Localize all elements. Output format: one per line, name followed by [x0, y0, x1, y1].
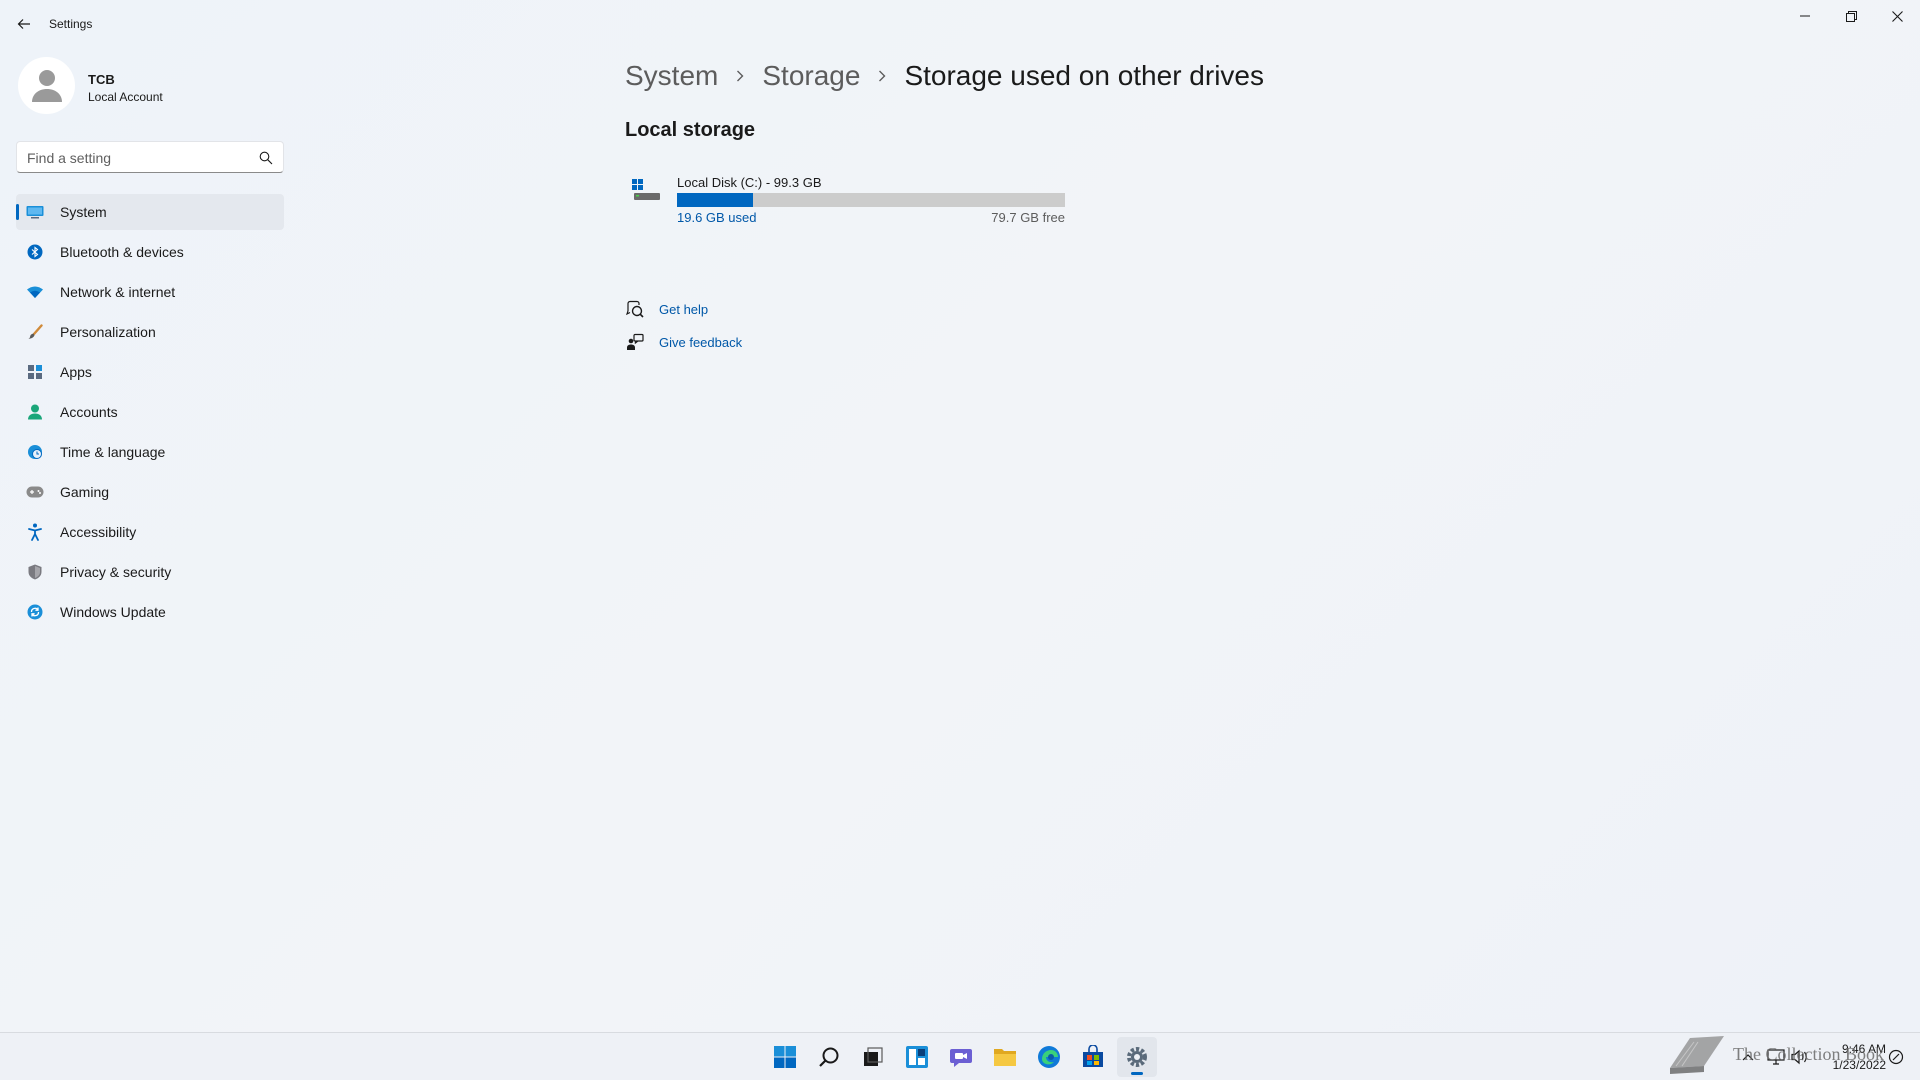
- sidebar-item-label: Time & language: [60, 444, 166, 460]
- disk-usage-fill: [677, 193, 754, 207]
- give-feedback-link[interactable]: Give feedback: [625, 330, 742, 354]
- close-icon: [1891, 10, 1903, 22]
- store-icon: [1083, 1045, 1103, 1067]
- settings-app-button[interactable]: [1117, 1037, 1157, 1077]
- page-title: Storage used on other drives: [904, 60, 1264, 91]
- globe-clock-icon: [26, 443, 44, 461]
- sidebar-item-label: Bluetooth & devices: [60, 244, 184, 260]
- sidebar-item-accounts[interactable]: Accounts: [16, 394, 284, 430]
- widgets-icon: [906, 1046, 928, 1068]
- account-type: Local Account: [88, 90, 163, 104]
- brush-icon: [26, 323, 44, 341]
- start-button[interactable]: [765, 1037, 805, 1077]
- person-icon: [26, 403, 44, 421]
- file-explorer-icon: [994, 1049, 1016, 1066]
- chat-icon: [950, 1049, 972, 1067]
- chevron-right-icon: [734, 68, 746, 84]
- minimize-button[interactable]: [1782, 0, 1828, 32]
- accessibility-icon: [26, 523, 44, 541]
- system-icon: [26, 203, 44, 221]
- sidebar-item-accessibility[interactable]: Accessibility: [16, 514, 284, 550]
- search-input[interactable]: [27, 148, 257, 168]
- sidebar-item-label: Accessibility: [60, 524, 137, 540]
- sidebar-item-apps[interactable]: Apps: [16, 354, 284, 390]
- bluetooth-icon: [26, 243, 44, 261]
- search-icon: [819, 1047, 839, 1067]
- task-view-button[interactable]: [853, 1037, 893, 1077]
- sidebar-item-label: Apps: [60, 364, 92, 380]
- edge-icon: [1038, 1046, 1060, 1068]
- windows-drive-icon: [632, 179, 660, 200]
- sidebar-item-windows-update[interactable]: Windows Update: [16, 594, 284, 630]
- back-arrow-icon: [17, 19, 30, 29]
- wifi-icon: [26, 283, 44, 301]
- sidebar-item-label: Windows Update: [60, 604, 166, 620]
- sidebar-item-personalization[interactable]: Personalization: [16, 314, 284, 350]
- breadcrumb: System Storage Storage used on other dri…: [625, 56, 1264, 96]
- disk-item-c[interactable]: Local Disk (C:) - 99.3 GB 19.6 GB used 7…: [625, 166, 1067, 230]
- taskbar: 9:46 AM 1/23/2022: [0, 1032, 1920, 1080]
- sidebar-item-network[interactable]: Network & internet: [16, 274, 284, 310]
- get-help-label: Get help: [659, 301, 709, 317]
- settings-window: Settings TCB Local Account System: [0, 0, 1920, 1032]
- sidebar-item-bluetooth[interactable]: Bluetooth & devices: [16, 234, 284, 270]
- sidebar-item-time-language[interactable]: Time & language: [16, 434, 284, 470]
- apps-icon: [26, 363, 44, 381]
- sidebar-item-label: System: [60, 204, 107, 220]
- close-button[interactable]: [1874, 0, 1920, 32]
- app-title: Settings: [49, 17, 93, 31]
- settings-icon: [1127, 1047, 1147, 1067]
- taskbar-search-button[interactable]: [809, 1037, 849, 1077]
- disk-free-label: 79.7 GB free: [991, 210, 1065, 225]
- feedback-icon: [625, 332, 645, 352]
- disk-used-label: 19.6 GB used: [677, 210, 757, 225]
- sidebar-item-gaming[interactable]: Gaming: [16, 474, 284, 510]
- sidebar-item-label: Personalization: [60, 324, 156, 340]
- get-help-link[interactable]: Get help: [625, 297, 708, 321]
- chat-button[interactable]: [941, 1037, 981, 1077]
- back-button[interactable]: [10, 10, 38, 38]
- person-placeholder-icon: [31, 69, 62, 102]
- file-explorer-button[interactable]: [985, 1037, 1025, 1077]
- start-icon: [774, 1046, 796, 1068]
- sidebar-item-label: Network & internet: [60, 284, 176, 300]
- gamepad-icon: [26, 483, 44, 501]
- update-icon: [26, 603, 44, 621]
- task-view-icon: [864, 1047, 883, 1066]
- sidebar-item-system[interactable]: System: [16, 194, 284, 230]
- search-icon[interactable]: [259, 151, 273, 165]
- help-icon: [625, 299, 645, 319]
- breadcrumb-storage[interactable]: Storage: [762, 60, 860, 92]
- breadcrumb-system[interactable]: System: [625, 60, 718, 92]
- give-feedback-label: Give feedback: [659, 334, 743, 350]
- restore-button[interactable]: [1828, 0, 1874, 32]
- title-bar: Settings: [0, 0, 1920, 48]
- user-profile[interactable]: TCB Local Account: [18, 57, 298, 117]
- sidebar-item-label: Accounts: [60, 404, 118, 420]
- widgets-button[interactable]: [897, 1037, 937, 1077]
- user-name: TCB: [88, 72, 115, 87]
- search-box: [16, 141, 284, 173]
- edge-button[interactable]: [1029, 1037, 1069, 1077]
- section-title: Local storage: [625, 119, 756, 141]
- minimize-icon: [1800, 15, 1810, 17]
- sidebar-nav: System Bluetooth & devices Network & int…: [16, 194, 284, 634]
- disk-name: Local Disk (C:) - 99.3 GB: [677, 175, 822, 190]
- notification-icon[interactable]: [1886, 1047, 1906, 1067]
- sidebar-item-label: Gaming: [60, 484, 110, 500]
- store-button[interactable]: [1073, 1037, 1113, 1077]
- watermark-text: The Collection Book: [1733, 1044, 1884, 1064]
- sidebar-item-privacy-security[interactable]: Privacy & security: [16, 554, 284, 590]
- disk-usage-bar: [677, 193, 1065, 207]
- chevron-right-icon: [876, 68, 888, 84]
- sidebar-item-label: Privacy & security: [60, 564, 172, 580]
- avatar: [18, 57, 75, 114]
- restore-icon: [1845, 10, 1857, 22]
- shield-icon: [26, 563, 44, 581]
